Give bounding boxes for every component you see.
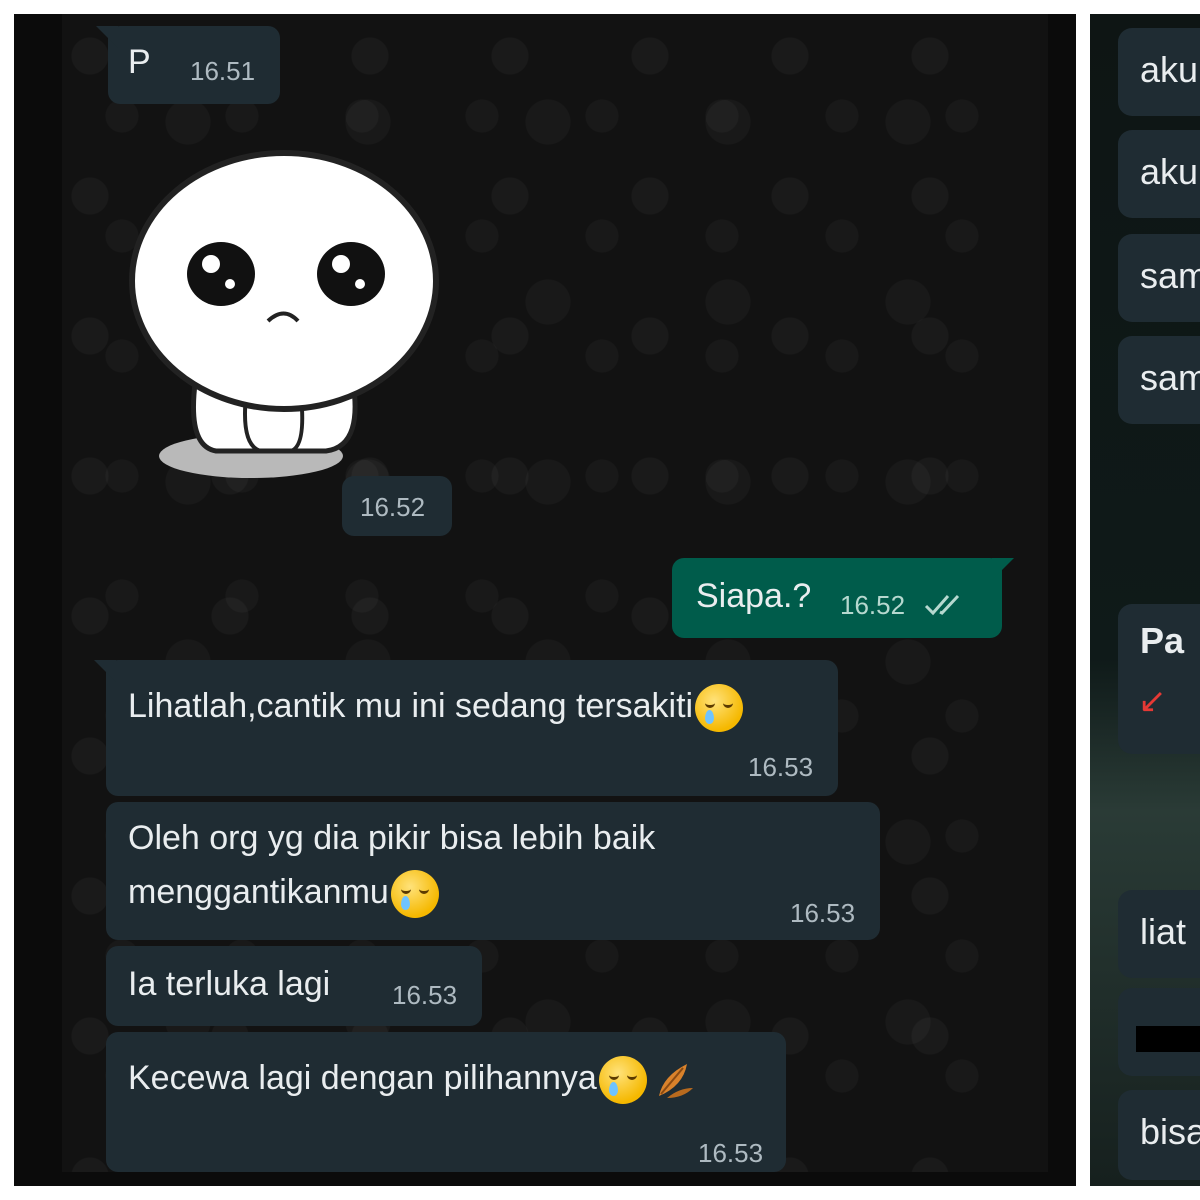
message-text: P	[128, 43, 151, 81]
message-time: 16.51	[190, 56, 256, 86]
message-text: Kecewa lagi dengan pilihannya	[128, 1050, 697, 1106]
redaction-bar	[1136, 1026, 1200, 1052]
message-bubble-kecewa[interactable]: Kecewa lagi dengan pilihannya 16.53	[106, 1032, 786, 1172]
message-time: 16.53	[790, 898, 856, 928]
right-message-bubble[interactable]: sam	[1118, 234, 1200, 322]
crying-face-emoji	[390, 870, 439, 919]
message-time: 16.52	[840, 590, 906, 620]
message-text: Siapa.?	[696, 577, 812, 615]
message-bubble-lihatlah[interactable]: Lihatlah,cantik mu ini sedang tersakiti …	[94, 660, 838, 796]
message-text: Lihatlah,cantik mu ini sedang tersakiti	[128, 678, 744, 734]
crying-face-emoji	[695, 684, 744, 733]
message-text: Pa	[1140, 620, 1185, 661]
message-text: aku	[1140, 49, 1199, 90]
crying-face-emoji	[598, 1056, 647, 1105]
red-arrow-icon: ↙	[1138, 682, 1167, 720]
double-check-icon	[924, 594, 960, 616]
chat-area: P 16.51 16.52 Siapa.? 16.52 Lihatlah,can…	[62, 14, 1048, 1172]
message-bubble-outgoing[interactable]: Siapa.? 16.52	[672, 558, 1014, 638]
message-text: liat	[1140, 911, 1187, 952]
redacted-message-bubble[interactable]	[1118, 988, 1200, 1076]
right-message-bubble[interactable]: Pa ↙	[1118, 604, 1200, 754]
left-screenshot: P 16.51 16.52 Siapa.? 16.52 Lihatlah,can…	[14, 14, 1076, 1186]
message-time: 16.53	[392, 980, 458, 1010]
right-message-bubble[interactable]: aku	[1118, 130, 1200, 218]
message-time: 16.53	[698, 1138, 764, 1168]
message-text-line1: Oleh org yg dia pikir bisa lebih baik	[128, 819, 656, 857]
sad-blob-sticker[interactable]	[126, 146, 446, 491]
message-text: sam	[1140, 255, 1200, 296]
right-message-bubble[interactable]: aku	[1118, 28, 1200, 116]
message-time: 16.52	[360, 492, 426, 522]
right-message-bubble[interactable]: sam	[1118, 336, 1200, 424]
message-text-content: Lihatlah,cantik mu ini sedang tersakiti	[128, 687, 694, 725]
right-screenshot: aku aku sam sam Pa ↙ liat bisa	[1090, 14, 1200, 1186]
message-text: bisa	[1140, 1111, 1200, 1152]
sticker-time-badge: 16.52	[342, 476, 452, 536]
message-text-content: menggantikanmu	[128, 873, 389, 911]
message-text: Ia terluka lagi	[128, 965, 331, 1003]
message-text-line2: menggantikanmu	[128, 864, 439, 920]
message-bubble-oleh[interactable]: Oleh org yg dia pikir bisa lebih baik me…	[106, 802, 880, 940]
message-time: 16.53	[748, 752, 814, 782]
right-message-bubble[interactable]: bisa	[1118, 1090, 1200, 1180]
message-bubble-p[interactable]: P 16.51	[96, 26, 280, 104]
fallen-leaf-emoji	[658, 1064, 693, 1099]
message-bubble-ia-terluka[interactable]: Ia terluka lagi 16.53	[106, 946, 482, 1026]
message-text: sam	[1140, 357, 1200, 398]
message-text: aku	[1140, 151, 1199, 192]
message-text-content: Kecewa lagi dengan pilihannya	[128, 1059, 597, 1097]
right-message-bubble[interactable]: liat	[1118, 890, 1200, 978]
